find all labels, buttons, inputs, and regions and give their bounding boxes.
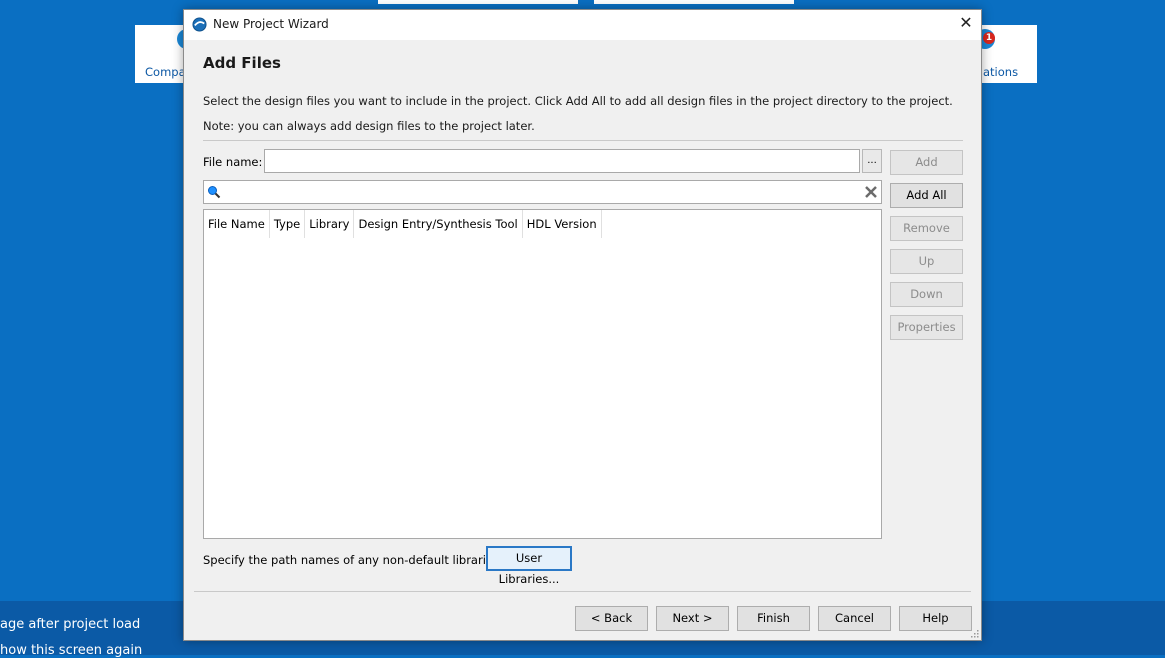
background-bottom-text: age after project load (0, 617, 141, 632)
resize-grip-icon[interactable] (971, 630, 979, 638)
column-header-hdl-version[interactable]: HDL Version (523, 210, 602, 238)
page-description: Select the design files you want to incl… (203, 94, 953, 108)
clear-search-icon[interactable] (864, 185, 878, 199)
column-header-file-name[interactable]: File Name (204, 210, 270, 238)
title-bar[interactable]: New Project Wizard ✕ (184, 10, 981, 40)
close-button[interactable]: ✕ (951, 10, 981, 38)
add-all-button[interactable]: Add All (890, 183, 963, 208)
back-button[interactable]: < Back (575, 606, 648, 631)
notification-badge: 1 (983, 32, 995, 44)
properties-button[interactable]: Properties (890, 315, 963, 340)
app-logo-icon (192, 17, 207, 32)
background-top-bar-right (594, 0, 794, 4)
table-header: File Name Type Library Design Entry/Synt… (204, 210, 602, 238)
file-name-label: File name: (203, 155, 263, 169)
column-header-library[interactable]: Library (305, 210, 355, 238)
cancel-button[interactable]: Cancel (818, 606, 891, 631)
down-button[interactable]: Down (890, 282, 963, 307)
background-bottom-text: how this screen again (0, 643, 143, 658)
card-label: Compa (145, 65, 186, 79)
header-divider (203, 140, 963, 141)
libraries-hint: Specify the path names of any non-defaul… (203, 553, 503, 567)
card-label: ations (983, 65, 1019, 79)
footer-divider (194, 591, 971, 592)
page-title: Add Files (203, 54, 281, 72)
file-name-input[interactable] (264, 149, 860, 173)
search-icon (208, 186, 221, 199)
search-input[interactable] (203, 180, 882, 204)
finish-button[interactable]: Finish (737, 606, 810, 631)
help-button[interactable]: Help (899, 606, 972, 631)
page-note: Note: you can always add design files to… (203, 119, 535, 133)
up-button[interactable]: Up (890, 249, 963, 274)
next-button[interactable]: Next > (656, 606, 729, 631)
remove-button[interactable]: Remove (890, 216, 963, 241)
add-button[interactable]: Add (890, 150, 963, 175)
window-title: New Project Wizard (213, 17, 329, 31)
background-top-bar-left (378, 0, 578, 4)
files-table[interactable]: File Name Type Library Design Entry/Synt… (203, 209, 882, 539)
background-card-right[interactable]: 1 ations (975, 25, 1037, 83)
user-libraries-button[interactable]: User Libraries... (486, 546, 572, 586)
column-header-design-entry-tool[interactable]: Design Entry/Synthesis Tool (354, 210, 523, 238)
column-header-type[interactable]: Type (270, 210, 306, 238)
new-project-wizard-dialog: New Project Wizard ✕ Add Files Select th… (183, 9, 982, 641)
browse-button[interactable]: ... (862, 149, 882, 173)
